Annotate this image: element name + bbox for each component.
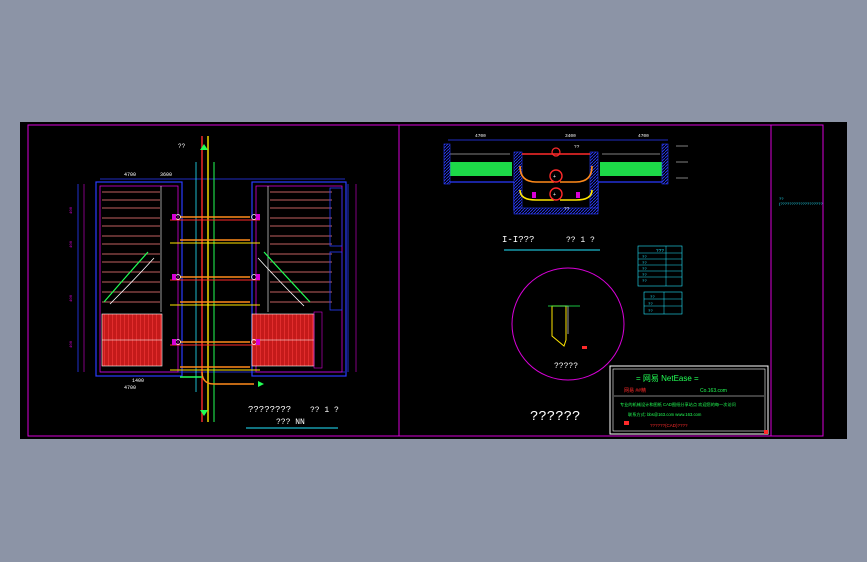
table-row: ?? bbox=[648, 303, 653, 307]
table-row: ?? bbox=[642, 280, 647, 284]
title-block-brand: = 网易 NetEase = bbox=[636, 374, 699, 383]
right-basin-water bbox=[600, 162, 662, 176]
left-basin-water bbox=[448, 162, 512, 176]
table2-header: ?? bbox=[650, 296, 655, 300]
section-dim-right: 4700 bbox=[638, 133, 649, 139]
dim-bottom-left: 1400 bbox=[132, 378, 144, 384]
general-notes: ??(?????????????????????????????????????… bbox=[779, 196, 823, 206]
detail-label: ????? bbox=[554, 362, 578, 371]
section-dim-mid: 3400 bbox=[565, 133, 576, 139]
svg-text:400: 400 bbox=[70, 294, 74, 302]
table-row: ?? bbox=[642, 256, 647, 260]
svg-text:+: + bbox=[553, 174, 556, 180]
section-label-pump: ?? bbox=[564, 206, 570, 212]
section-title: I-I??? bbox=[502, 235, 534, 245]
plan-scale: ?? 1 ? bbox=[310, 406, 339, 415]
dim-top-right: 3600 bbox=[160, 172, 172, 178]
dim-bottom: 4700 bbox=[124, 385, 136, 391]
title-block-line5: ??????(CAD)???? bbox=[650, 423, 688, 428]
svg-text:400: 400 bbox=[70, 240, 74, 248]
title-block-line2-left: 网易 ##精 bbox=[624, 387, 646, 394]
big-title: ?????? bbox=[530, 409, 580, 425]
dim-top: 4700 bbox=[124, 172, 136, 178]
title-block-line4: 联系方式: bbs@163.com www.163.com bbox=[628, 411, 702, 418]
title-block: = 网易 NetEase = 网易 ##精 Co.163.com 专业的机械设计… bbox=[609, 365, 769, 435]
svg-text:400: 400 bbox=[70, 340, 74, 348]
left-air-inlet-curve bbox=[103, 251, 149, 303]
section-dim-left: 4700 bbox=[475, 133, 486, 139]
material-table: ??? ?? ?? ?? ?? ?? ?? ?? ?? bbox=[637, 245, 683, 315]
notes-frame bbox=[770, 124, 824, 437]
right-air-inlet-curve bbox=[263, 251, 311, 303]
svg-text:400: 400 bbox=[70, 206, 74, 214]
section-view: 4700 3400 4700 + + ?? ?? I-I??? ?? 1 ? ?… bbox=[443, 133, 769, 435]
cad-drawing: ?? 4700 3600 1400 4700 400 400 400 400 ?… bbox=[27, 124, 824, 437]
plan-view: ?? 4700 3600 1400 4700 400 400 400 400 ?… bbox=[70, 136, 357, 429]
table-header: ??? bbox=[656, 248, 664, 254]
cad-viewport[interactable]: ?? 4700 3600 1400 4700 400 400 400 400 ?… bbox=[20, 122, 847, 439]
plan-subtitle: ??? NN bbox=[276, 418, 305, 427]
table-row: ?? bbox=[642, 274, 647, 278]
plan-title: ???????? bbox=[248, 405, 291, 415]
svg-text:+: + bbox=[553, 192, 556, 198]
title-block-line2-right: Co.163.com bbox=[700, 388, 727, 394]
pump-assembly: + + ?? ?? bbox=[519, 144, 593, 212]
title-block-line3: 专业的机械设计和图纸 CAD图纸分享站点 欢迎您的每一次访问 bbox=[620, 401, 736, 408]
table-row: ?? bbox=[642, 262, 647, 266]
section-label-mid: ?? bbox=[574, 144, 580, 150]
section-scale: ?? 1 ? bbox=[566, 236, 595, 245]
table-row: ?? bbox=[642, 268, 647, 272]
table-row: ?? bbox=[648, 310, 653, 314]
plan-top-label: ?? bbox=[178, 143, 186, 150]
